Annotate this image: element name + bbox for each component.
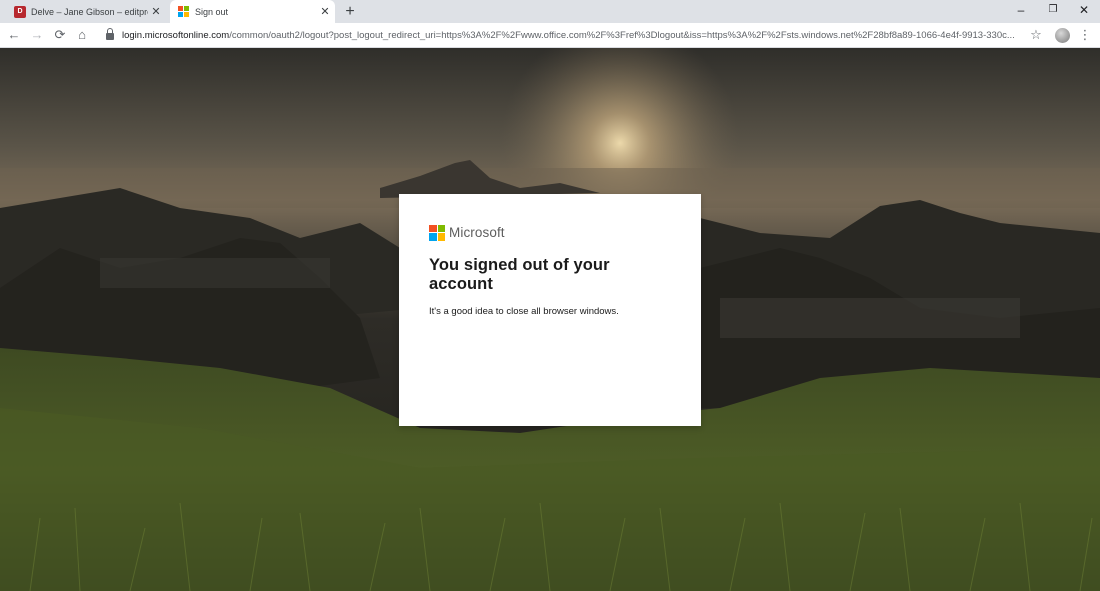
sign-out-card: Microsoft You signed out of your account…: [399, 194, 701, 426]
back-icon[interactable]: ←: [4, 25, 24, 45]
minimize-button[interactable]: –: [1006, 0, 1036, 22]
menu-icon[interactable]: ⋮: [1078, 25, 1092, 45]
restore-button[interactable]: ❐: [1038, 0, 1068, 22]
url-text: login.microsoftonline.com/common/oauth2/…: [122, 30, 1042, 41]
microsoft-icon: [178, 5, 190, 18]
close-icon[interactable]: ✕: [317, 5, 333, 18]
lock-icon: [106, 28, 114, 40]
page-title: You signed out of your account: [429, 256, 610, 293]
bookmark-star-icon[interactable]: ☆: [1028, 25, 1044, 45]
address-bar[interactable]: login.microsoftonline.com/common/oauth2/…: [98, 25, 1048, 45]
browser-toolbar: ← → ⟳ ⌂ login.microsoftonline.com/common…: [0, 23, 1100, 48]
close-icon[interactable]: ✕: [148, 5, 164, 18]
tab-title: Sign out: [195, 6, 229, 17]
tab-sign-out[interactable]: Sign out ✕: [170, 0, 335, 23]
reload-icon[interactable]: ⟳: [50, 25, 70, 45]
window-close-button[interactable]: ✕: [1069, 0, 1099, 22]
profile-avatar[interactable]: [1055, 28, 1070, 43]
new-tab-button[interactable]: +: [340, 2, 360, 22]
tab-delve[interactable]: D Delve – Jane Gibson – editprofile ✕: [6, 0, 166, 23]
url-path: /common/oauth2/logout?post_logout_redire…: [229, 29, 1015, 41]
microsoft-logo: Microsoft: [429, 224, 671, 241]
sign-out-message: It's a good idea to close all browser wi…: [429, 306, 619, 317]
url-host: login.microsoftonline.com: [122, 29, 230, 41]
tab-title: Delve – Jane Gibson – editprofile: [31, 6, 148, 17]
tab-strip: D Delve – Jane Gibson – editprofile ✕ Si…: [0, 0, 1100, 23]
brand-name: Microsoft: [449, 225, 505, 240]
delve-icon: D: [14, 5, 26, 18]
microsoft-logo-icon: [429, 224, 445, 241]
home-icon[interactable]: ⌂: [72, 25, 92, 45]
forward-icon[interactable]: →: [27, 25, 47, 45]
